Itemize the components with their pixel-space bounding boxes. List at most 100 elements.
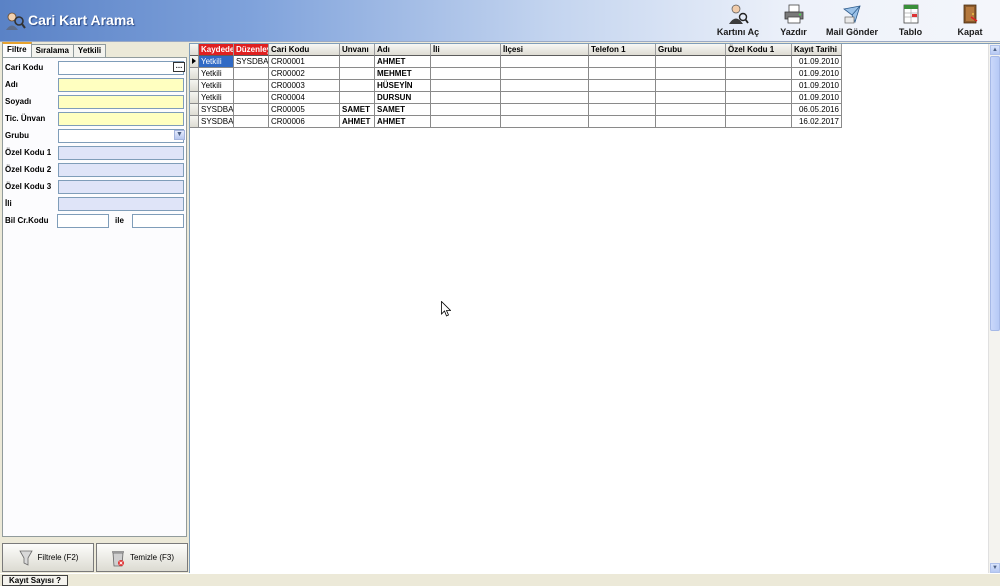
scrollbar-thumb[interactable] (990, 56, 1000, 331)
cell-kayit-tarihi[interactable]: 01.09.2010 (792, 56, 842, 68)
cell-duzenleyen[interactable] (234, 92, 269, 104)
cell-kayit-tarihi[interactable]: 06.05.2016 (792, 104, 842, 116)
cell-kaydeden[interactable]: Yetkili (199, 56, 234, 68)
vertical-scrollbar[interactable]: ▲ ▼ (988, 44, 1000, 574)
cell-unvani[interactable] (340, 68, 375, 80)
cell-ozel-kodu-1[interactable] (726, 56, 792, 68)
cell-unvani[interactable] (340, 80, 375, 92)
col-header-duzenleyen[interactable]: Düzenleyen (234, 44, 269, 56)
tab-filtre[interactable]: Filtre (2, 42, 32, 57)
col-header-kayit-tarihi[interactable]: Kayıt Tarihi (792, 44, 842, 56)
adi-input[interactable] (58, 78, 184, 92)
table-row[interactable]: SYSDBA CR00005 SAMET SAMET 06.05.2016 (190, 104, 842, 116)
table-row[interactable]: SYSDBA CR00006 AHMET AHMET 16.02.2017 (190, 116, 842, 128)
cell-adi[interactable]: AHMET (375, 56, 431, 68)
cell-adi[interactable]: DURSUN (375, 92, 431, 104)
cell-ilcesi[interactable] (501, 68, 589, 80)
cell-duzenleyen[interactable]: SYSDBA (234, 56, 269, 68)
col-header-kaydeden[interactable]: Kaydeden (199, 44, 234, 56)
cari-kodu-input[interactable] (58, 61, 184, 75)
row-indicator[interactable] (190, 104, 199, 116)
col-header-grubu[interactable]: Grubu (656, 44, 726, 56)
cell-ili[interactable] (431, 116, 501, 128)
cell-adi[interactable]: HÜSEYİN (375, 80, 431, 92)
tab-siralama[interactable]: Sıralama (30, 44, 74, 57)
cell-telefon-1[interactable] (589, 92, 656, 104)
cell-cari-kodu[interactable]: CR00006 (269, 116, 340, 128)
mail-gonder-button[interactable]: Mail Gönder (823, 2, 881, 40)
tab-yetkili[interactable]: Yetkili (72, 44, 107, 57)
cell-duzenleyen[interactable] (234, 80, 269, 92)
cell-cari-kodu[interactable]: CR00003 (269, 80, 340, 92)
cell-ilcesi[interactable] (501, 80, 589, 92)
cell-kaydeden[interactable]: SYSDBA (199, 104, 234, 116)
col-header-ili[interactable]: İli (431, 44, 501, 56)
cell-ilcesi[interactable] (501, 56, 589, 68)
cell-telefon-1[interactable] (589, 68, 656, 80)
cell-ozel-kodu-1[interactable] (726, 92, 792, 104)
col-header-ilcesi[interactable]: İlçesi (501, 44, 589, 56)
row-indicator[interactable] (190, 116, 199, 128)
cell-ozel-kodu-1[interactable] (726, 68, 792, 80)
col-header-adi[interactable]: Adı (375, 44, 431, 56)
cell-telefon-1[interactable] (589, 56, 656, 68)
row-indicator[interactable] (190, 92, 199, 104)
bil-cr-kodu-from-input[interactable] (57, 214, 109, 228)
cell-unvani[interactable]: SAMET (340, 104, 375, 116)
cell-duzenleyen[interactable] (234, 104, 269, 116)
scroll-up-icon[interactable]: ▲ (990, 45, 1000, 55)
cell-grubu[interactable] (656, 80, 726, 92)
cell-ili[interactable] (431, 68, 501, 80)
row-indicator[interactable] (190, 80, 199, 92)
kartini-ac-button[interactable]: Kartını Aç (712, 2, 764, 40)
col-header-unvani[interactable]: Unvanı (340, 44, 375, 56)
cell-cari-kodu[interactable]: CR00005 (269, 104, 340, 116)
col-header-cari-kodu[interactable]: Cari Kodu (269, 44, 340, 56)
cell-grubu[interactable] (656, 116, 726, 128)
cell-ilcesi[interactable] (501, 116, 589, 128)
cell-kayit-tarihi[interactable]: 01.09.2010 (792, 68, 842, 80)
table-row[interactable]: Yetkili CR00002 MEHMET 01.09.2010 (190, 68, 842, 80)
grubu-select[interactable] (58, 129, 184, 143)
cell-ili[interactable] (431, 80, 501, 92)
kapat-button[interactable]: Kapat (940, 2, 1000, 40)
col-header-telefon-1[interactable]: Telefon 1 (589, 44, 656, 56)
cell-grubu[interactable] (656, 68, 726, 80)
ozel-kodu-1-input[interactable] (58, 146, 184, 160)
temizle-button[interactable]: Temizle (F3) (96, 543, 188, 572)
row-indicator[interactable] (190, 68, 199, 80)
cell-kaydeden[interactable]: Yetkili (199, 80, 234, 92)
cell-telefon-1[interactable] (589, 104, 656, 116)
cell-ozel-kodu-1[interactable] (726, 116, 792, 128)
cell-telefon-1[interactable] (589, 116, 656, 128)
cell-ilcesi[interactable] (501, 92, 589, 104)
tic-unvan-input[interactable] (58, 112, 184, 126)
tablo-button[interactable]: Tablo (881, 2, 940, 40)
cell-ili[interactable] (431, 56, 501, 68)
chevron-down-icon[interactable]: ▼ (174, 130, 185, 140)
cell-unvani[interactable] (340, 92, 375, 104)
scroll-down-icon[interactable]: ▼ (990, 563, 1000, 573)
filtrele-button[interactable]: Filtrele (F2) (2, 543, 94, 572)
ili-input[interactable] (58, 197, 184, 211)
cari-kodu-lookup-icon[interactable]: … (173, 62, 185, 72)
cell-ili[interactable] (431, 92, 501, 104)
bil-cr-kodu-to-input[interactable] (132, 214, 184, 228)
table-row[interactable]: Yetkili SYSDBA CR00001 AHMET 01.09.2010 (190, 56, 842, 68)
cell-grubu[interactable] (656, 104, 726, 116)
cell-adi[interactable]: AHMET (375, 116, 431, 128)
ozel-kodu-3-input[interactable] (58, 180, 184, 194)
cell-cari-kodu[interactable]: CR00001 (269, 56, 340, 68)
cell-grubu[interactable] (656, 56, 726, 68)
cell-kayit-tarihi[interactable]: 01.09.2010 (792, 92, 842, 104)
cell-telefon-1[interactable] (589, 80, 656, 92)
cell-cari-kodu[interactable]: CR00002 (269, 68, 340, 80)
yazdir-button[interactable]: Yazdır (764, 2, 823, 40)
cell-adi[interactable]: MEHMET (375, 68, 431, 80)
cell-kaydeden[interactable]: SYSDBA (199, 116, 234, 128)
cell-ozel-kodu-1[interactable] (726, 104, 792, 116)
ozel-kodu-2-input[interactable] (58, 163, 184, 177)
cell-adi[interactable]: SAMET (375, 104, 431, 116)
cell-grubu[interactable] (656, 92, 726, 104)
cell-ili[interactable] (431, 104, 501, 116)
